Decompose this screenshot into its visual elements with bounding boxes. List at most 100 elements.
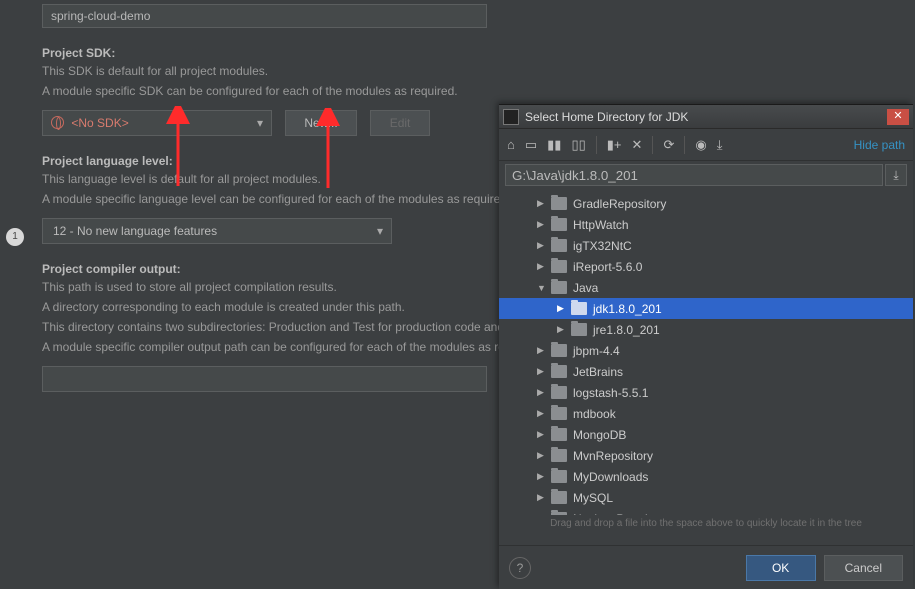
expand-icon[interactable]: ▶ xyxy=(537,366,549,377)
chevron-down-icon: ▾ xyxy=(377,219,383,243)
sdk-desc2: A module specific SDK can be configured … xyxy=(42,83,915,100)
tree-label: igTX32NtC xyxy=(573,239,632,253)
tree-item[interactable]: ▶MongoDB xyxy=(499,424,913,445)
show-hidden-icon[interactable]: ◉ xyxy=(695,137,706,153)
folder-icon xyxy=(571,323,587,336)
expand-icon[interactable]: ▶ xyxy=(537,450,549,461)
folder-icon xyxy=(551,260,567,273)
folder-icon xyxy=(551,470,567,483)
new-sdk-button[interactable]: New... xyxy=(285,110,356,136)
expand-icon[interactable]: ▶ xyxy=(557,303,569,314)
folder-icon xyxy=(551,365,567,378)
tree-label: MySQL xyxy=(573,491,613,505)
tree-item[interactable]: ▶ jre1.8.0_201 xyxy=(499,319,913,340)
folder-icon xyxy=(551,449,567,462)
tree-item[interactable]: ▶ MvnRepository xyxy=(499,445,913,466)
tree-label: GradleRepository xyxy=(573,197,666,211)
expand-icon[interactable]: ▶ xyxy=(537,345,549,356)
dialog-titlebar: Select Home Directory for JDK ✕ xyxy=(499,105,913,129)
expand-icon[interactable]: ▶ xyxy=(537,492,549,503)
tree-label: MyDownloads xyxy=(573,470,648,484)
new-folder-icon[interactable]: ▮+ xyxy=(607,137,622,153)
tree-item[interactable]: ▼ Java xyxy=(499,277,913,298)
notification-badge[interactable]: 1 xyxy=(6,228,24,246)
tree-item[interactable]: ▶ jdk1.8.0_201 xyxy=(499,298,913,319)
tree-label: Navicat Premium xyxy=(573,512,664,516)
folder-icon xyxy=(551,197,567,210)
expand-icon[interactable]: ▶ xyxy=(537,219,549,230)
tree-item[interactable]: ▶ Navicat Premium xyxy=(499,508,913,515)
dialog-toolbar: ⌂ ▭ ▮▮ ▯▯ ▮+ ✕ ⟳ ◉ ⤓ Hide path xyxy=(499,129,913,161)
expand-icon[interactable]: ▶ xyxy=(537,471,549,482)
download-icon[interactable]: ⤓ xyxy=(717,137,723,153)
tree-item[interactable]: ▶ JetBrains xyxy=(499,361,913,382)
tree-item[interactable]: ▶ MySQL xyxy=(499,487,913,508)
expand-icon[interactable]: ▶ xyxy=(537,387,549,398)
dialog-title: Select Home Directory for JDK xyxy=(525,110,887,124)
language-level-selected: 12 - No new language features xyxy=(53,224,217,238)
app-icon xyxy=(503,109,519,125)
tree-label: jbpm-4.4 xyxy=(573,344,620,358)
main-window: 1 Project SDK: This SDK is default for a… xyxy=(0,0,915,589)
tree-item[interactable]: ▶ MyDownloads xyxy=(499,466,913,487)
delete-icon[interactable]: ✕ xyxy=(632,137,643,153)
close-icon[interactable]: ✕ xyxy=(887,109,909,125)
expand-icon[interactable]: ▶ xyxy=(557,324,569,335)
folder-icon xyxy=(551,281,567,294)
expand-icon[interactable]: ▶ xyxy=(537,408,549,419)
folder-icon xyxy=(551,386,567,399)
tree-item[interactable]: ▶ GradleRepository xyxy=(499,193,913,214)
tree-label: JetBrains xyxy=(573,365,623,379)
desktop-icon[interactable]: ▭ xyxy=(525,137,537,153)
edit-sdk-button[interactable]: Edit xyxy=(370,110,430,136)
compiler-output-input[interactable] xyxy=(42,366,487,392)
cancel-button[interactable]: Cancel xyxy=(824,555,903,581)
project-name-input[interactable] xyxy=(42,4,487,28)
ok-button[interactable]: OK xyxy=(746,555,816,581)
folder-icon xyxy=(551,218,567,231)
language-level-dropdown[interactable]: 12 - No new language features ▾ xyxy=(42,218,392,244)
home-icon[interactable]: ⌂ xyxy=(507,137,515,152)
sdk-desc1: This SDK is default for all project modu… xyxy=(42,63,915,80)
tree-label: jre1.8.0_201 xyxy=(593,323,660,337)
folder-icon xyxy=(551,491,567,504)
path-bar: ⤓ xyxy=(499,161,913,189)
module-icon[interactable]: ▯▯ xyxy=(571,137,585,153)
folder-icon xyxy=(551,344,567,357)
tree-label: MvnRepository xyxy=(573,449,653,463)
drag-hint: Drag and drop a file into the space abov… xyxy=(499,515,913,532)
project-icon[interactable]: ▮▮ xyxy=(547,137,561,153)
tree-label: mdbook xyxy=(573,407,616,421)
directory-tree[interactable]: ▶ GradleRepository ▶ HttpWatch ▶ igTX32NtC ▶iR… xyxy=(499,189,913,515)
help-icon[interactable]: ? xyxy=(509,557,531,579)
tree-item[interactable]: ▶ HttpWatch xyxy=(499,214,913,235)
expand-icon[interactable]: ▶ xyxy=(537,261,549,272)
expand-icon[interactable]: ▶ xyxy=(537,240,549,251)
dialog-footer: ? OK Cancel xyxy=(499,545,913,589)
go-icon[interactable]: ⤓ xyxy=(885,164,907,186)
tree-item[interactable]: ▶ mdbook xyxy=(499,403,913,424)
sdk-selected: <No SDK> xyxy=(71,116,128,130)
tree-label: jdk1.8.0_201 xyxy=(593,302,662,316)
sdk-section-title: Project SDK: xyxy=(42,46,915,60)
folder-icon xyxy=(551,512,567,515)
select-home-directory-dialog: Select Home Directory for JDK ✕ ⌂ ▭ ▮▮ ▯… xyxy=(499,104,913,589)
expand-icon[interactable]: ▶ xyxy=(537,513,549,515)
expand-icon[interactable]: ▶ xyxy=(537,429,549,440)
expand-icon[interactable]: ▶ xyxy=(537,198,549,209)
folder-icon xyxy=(571,302,587,315)
tree-item[interactable]: ▶iReport-5.6.0 xyxy=(499,256,913,277)
sdk-dropdown[interactable]: <No SDK> ▾ xyxy=(42,110,272,136)
tree-item[interactable]: ▶logstash-5.5.1 xyxy=(499,382,913,403)
folder-icon xyxy=(551,407,567,420)
path-input[interactable] xyxy=(505,164,883,186)
tree-item[interactable]: ▶ igTX32NtC xyxy=(499,235,913,256)
tree-label: Java xyxy=(573,281,598,295)
tree-label: HttpWatch xyxy=(573,218,629,232)
hide-path-link[interactable]: Hide path xyxy=(854,138,905,152)
folder-icon xyxy=(551,239,567,252)
refresh-icon[interactable]: ⟳ xyxy=(663,137,674,153)
expand-icon[interactable]: ▼ xyxy=(537,283,549,293)
tree-item[interactable]: ▶ jbpm-4.4 xyxy=(499,340,913,361)
folder-icon xyxy=(551,428,567,441)
